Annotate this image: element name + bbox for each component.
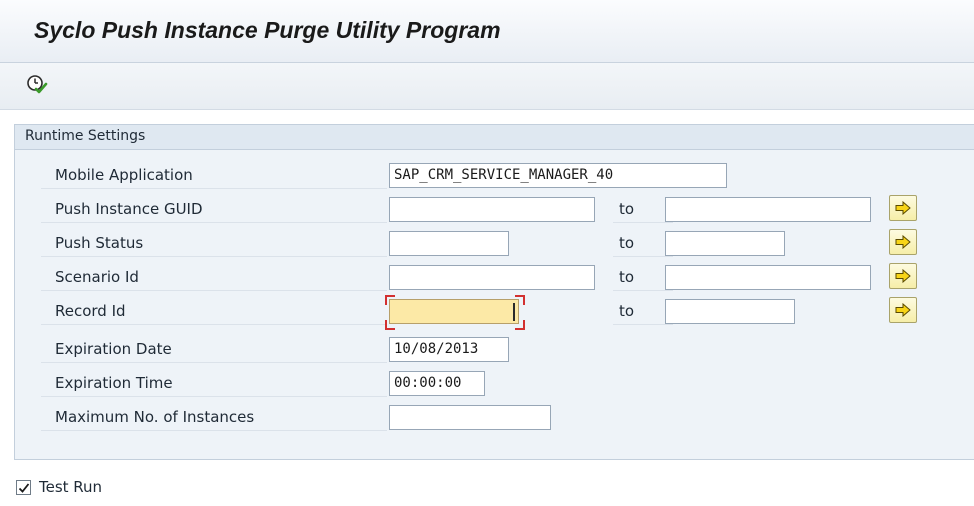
row-mobile-application: Mobile Application SAP_CRM_SERVICE_MANAG… <box>41 161 974 189</box>
focus-corner-top-right <box>515 295 525 305</box>
page-title: Syclo Push Instance Purge Utility Progra… <box>34 17 501 43</box>
text-cursor <box>513 303 515 321</box>
test-run-checkbox[interactable] <box>16 480 31 495</box>
row-record-id: Record Id to <box>41 295 974 330</box>
max-instances-label: Maximum No. of Instances <box>41 403 387 431</box>
record-id-label: Record Id <box>41 297 387 325</box>
record-id-multiple-selection-button[interactable] <box>889 297 917 323</box>
runtime-settings-group: Runtime Settings Mobile Application SAP_… <box>14 124 974 460</box>
title-bar: Syclo Push Instance Purge Utility Progra… <box>0 0 974 63</box>
focus-corner-top-left <box>385 295 395 305</box>
row-scenario-id: Scenario Id to <box>41 263 974 291</box>
record-id-to-label: to <box>613 297 673 325</box>
push-instance-guid-multiple-selection-button[interactable] <box>889 195 917 221</box>
arrow-right-icon <box>895 303 911 317</box>
push-instance-guid-to-input[interactable] <box>665 197 871 222</box>
application-toolbar <box>0 63 974 110</box>
expiration-time-label: Expiration Time <box>41 369 387 397</box>
mobile-application-label: Mobile Application <box>41 161 387 189</box>
row-max-instances: Maximum No. of Instances <box>41 403 974 431</box>
checkmark-icon <box>18 483 30 493</box>
max-instances-input[interactable] <box>389 405 551 430</box>
arrow-right-icon <box>895 201 911 215</box>
push-status-multiple-selection-button[interactable] <box>889 229 917 255</box>
row-push-instance-guid: Push Instance GUID to <box>41 195 974 223</box>
push-status-to-label: to <box>613 229 673 257</box>
expiration-time-input[interactable]: 00:00:00 <box>389 371 485 396</box>
focus-corner-bottom-left <box>385 320 395 330</box>
scenario-id-multiple-selection-button[interactable] <box>889 263 917 289</box>
execute-clock-icon <box>27 75 48 94</box>
push-instance-guid-label: Push Instance GUID <box>41 195 387 223</box>
push-instance-guid-to-label: to <box>613 195 673 223</box>
expiration-date-label: Expiration Date <box>41 335 387 363</box>
group-title: Runtime Settings <box>25 128 146 144</box>
scenario-id-to-label: to <box>613 263 673 291</box>
record-id-from-input[interactable] <box>389 299 519 324</box>
scenario-id-to-input[interactable] <box>665 265 871 290</box>
push-instance-guid-from-input[interactable] <box>389 197 595 222</box>
mobile-application-input[interactable]: SAP_CRM_SERVICE_MANAGER_40 <box>389 163 727 188</box>
test-run-label: Test Run <box>39 478 103 496</box>
push-status-to-input[interactable] <box>665 231 785 256</box>
push-status-from-input[interactable] <box>389 231 509 256</box>
arrow-right-icon <box>895 269 911 283</box>
focus-corner-bottom-right <box>515 320 525 330</box>
expiration-date-input[interactable]: 10/08/2013 <box>389 337 509 362</box>
arrow-right-icon <box>895 235 911 249</box>
row-expiration-time: Expiration Time 00:00:00 <box>41 369 974 397</box>
row-expiration-date: Expiration Date 10/08/2013 <box>41 335 974 363</box>
scenario-id-label: Scenario Id <box>41 263 387 291</box>
execute-button[interactable] <box>24 72 50 98</box>
row-push-status: Push Status to <box>41 229 974 257</box>
record-id-to-input[interactable] <box>665 299 795 324</box>
scenario-id-from-input[interactable] <box>389 265 595 290</box>
push-status-label: Push Status <box>41 229 387 257</box>
group-header: Runtime Settings <box>15 125 974 150</box>
